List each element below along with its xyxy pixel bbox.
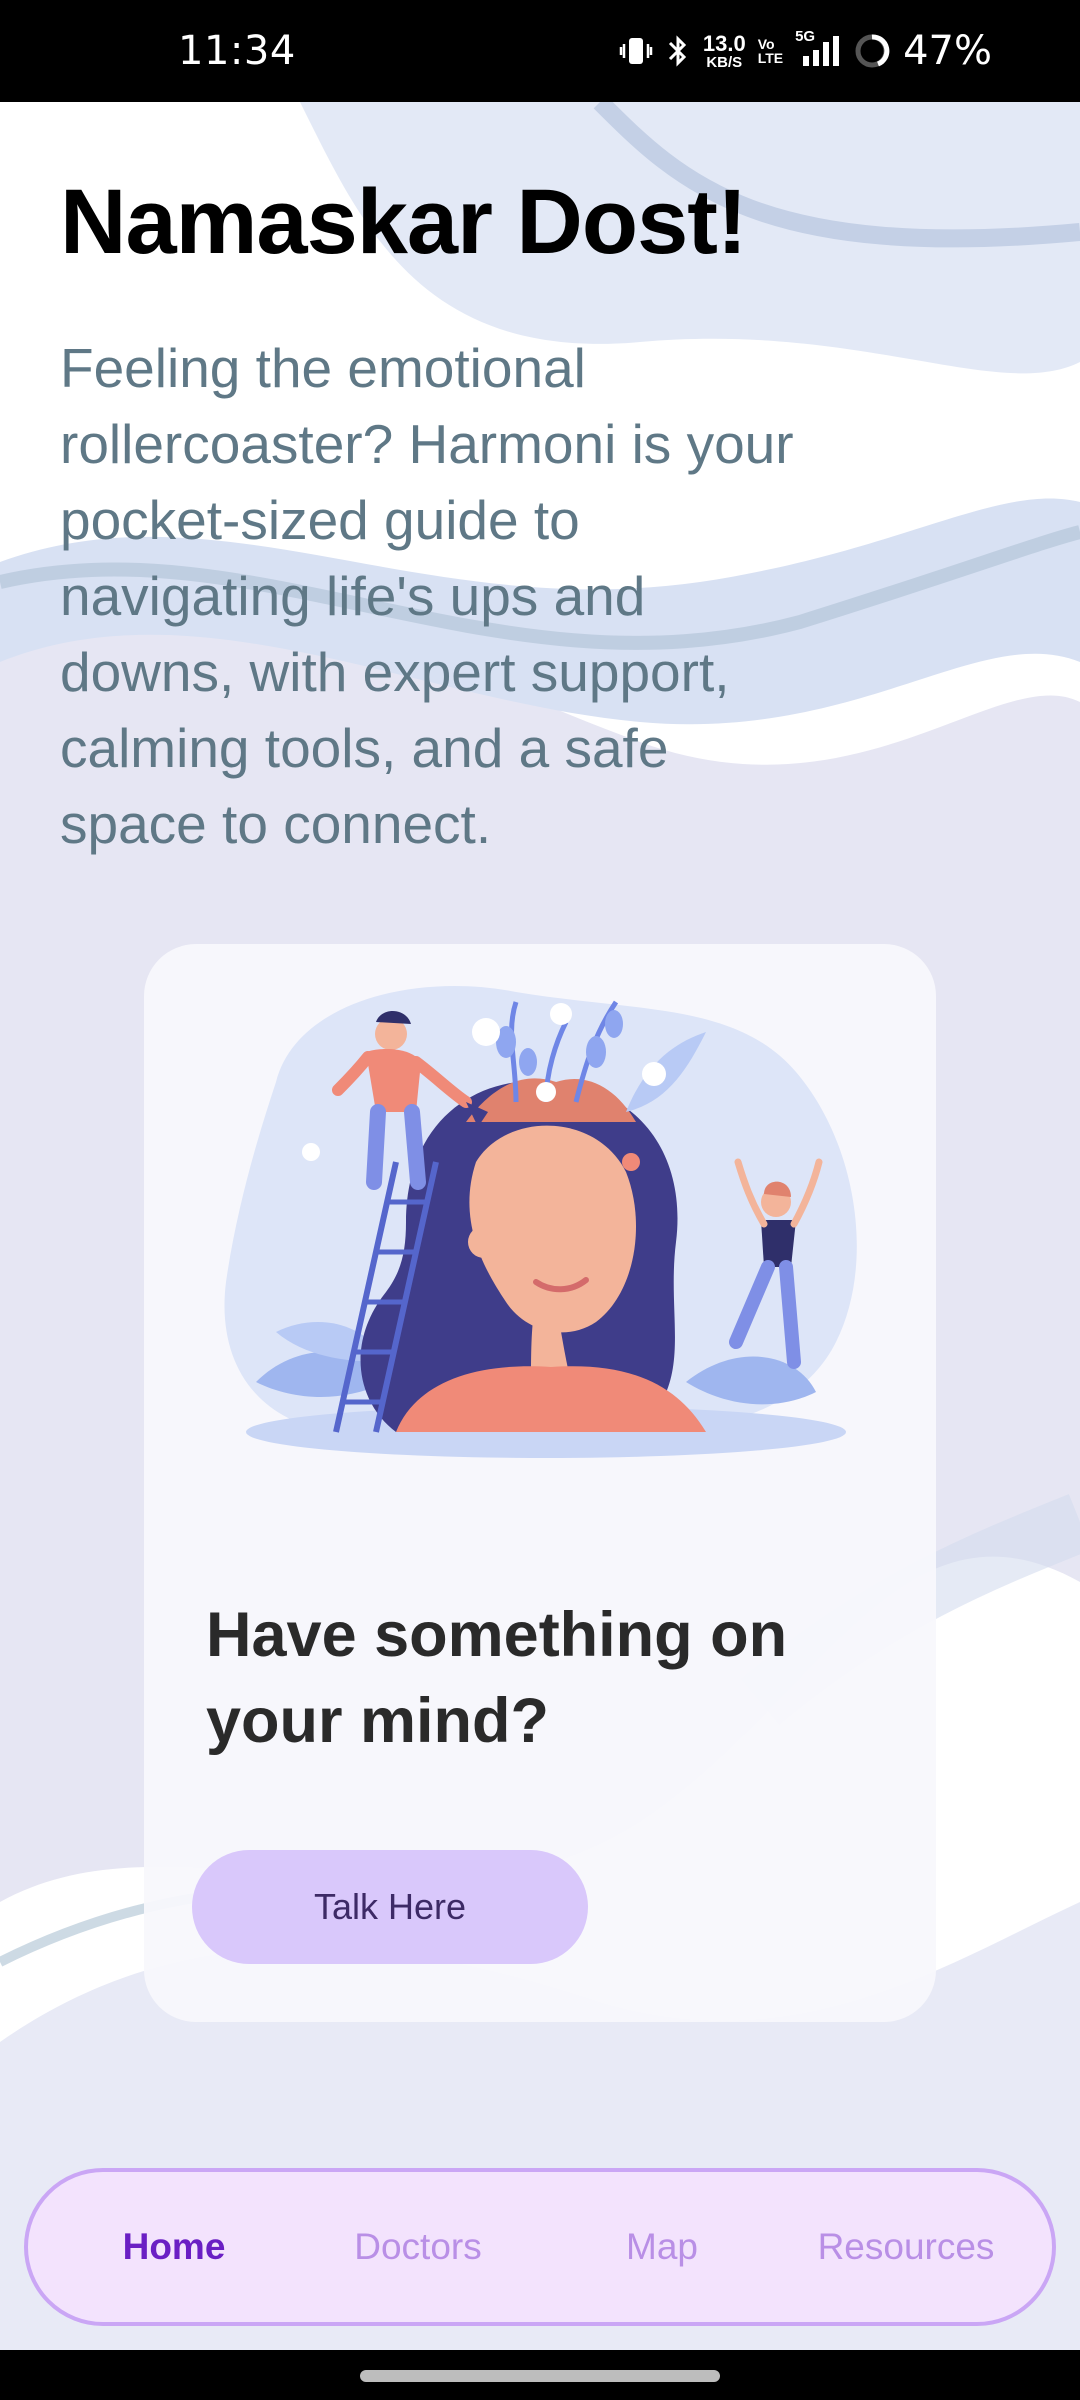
network-speed-unit: KB/S [706,53,743,71]
status-time: 11:34 [178,28,296,74]
card-question: Have something on your mind? [206,1600,788,1756]
intro-text: Feeling the emotional rollercoaster? Har… [60,337,794,855]
bluetooth-icon [665,34,691,68]
home-screen: Namaskar Dost! Feeling the emotional rol… [0,102,1080,2350]
battery-percent: 47% [903,28,992,74]
network-speed-value: 13.0 [702,30,746,56]
status-bar: 11:34 13.0 KB/S Vo LTE 5G 47% [0,0,1080,102]
network-speed: 13.0 KB/S [702,30,746,71]
talk-here-button[interactable]: Talk Here [192,1850,588,1964]
bottom-nav: Home Doctors Map Resources [24,2168,1056,2326]
nav-tab-doctors[interactable]: Doctors [303,2226,533,2268]
battery-icon [853,32,891,70]
status-icons: 13.0 KB/S Vo LTE 5G 47% [619,28,992,74]
network-type: 5G [795,28,816,45]
signal-icon: 5G [795,28,841,70]
mind-garden-illustration [224,986,857,1458]
gesture-handle[interactable] [360,2370,720,2382]
page-title: Namaskar Dost! [60,171,748,273]
talk-card: Have something on your mind? Talk Here [144,944,936,2022]
volte-bottom: LTE [757,50,784,66]
nav-tab-resources[interactable]: Resources [791,2226,1021,2268]
system-gesture-bar [0,2350,1080,2400]
volte-top: Vo [757,36,775,52]
volte-indicator: Vo LTE [758,37,783,65]
vibrate-icon [619,34,653,68]
nav-tab-map[interactable]: Map [547,2226,777,2268]
nav-tab-home[interactable]: Home [59,2226,289,2268]
